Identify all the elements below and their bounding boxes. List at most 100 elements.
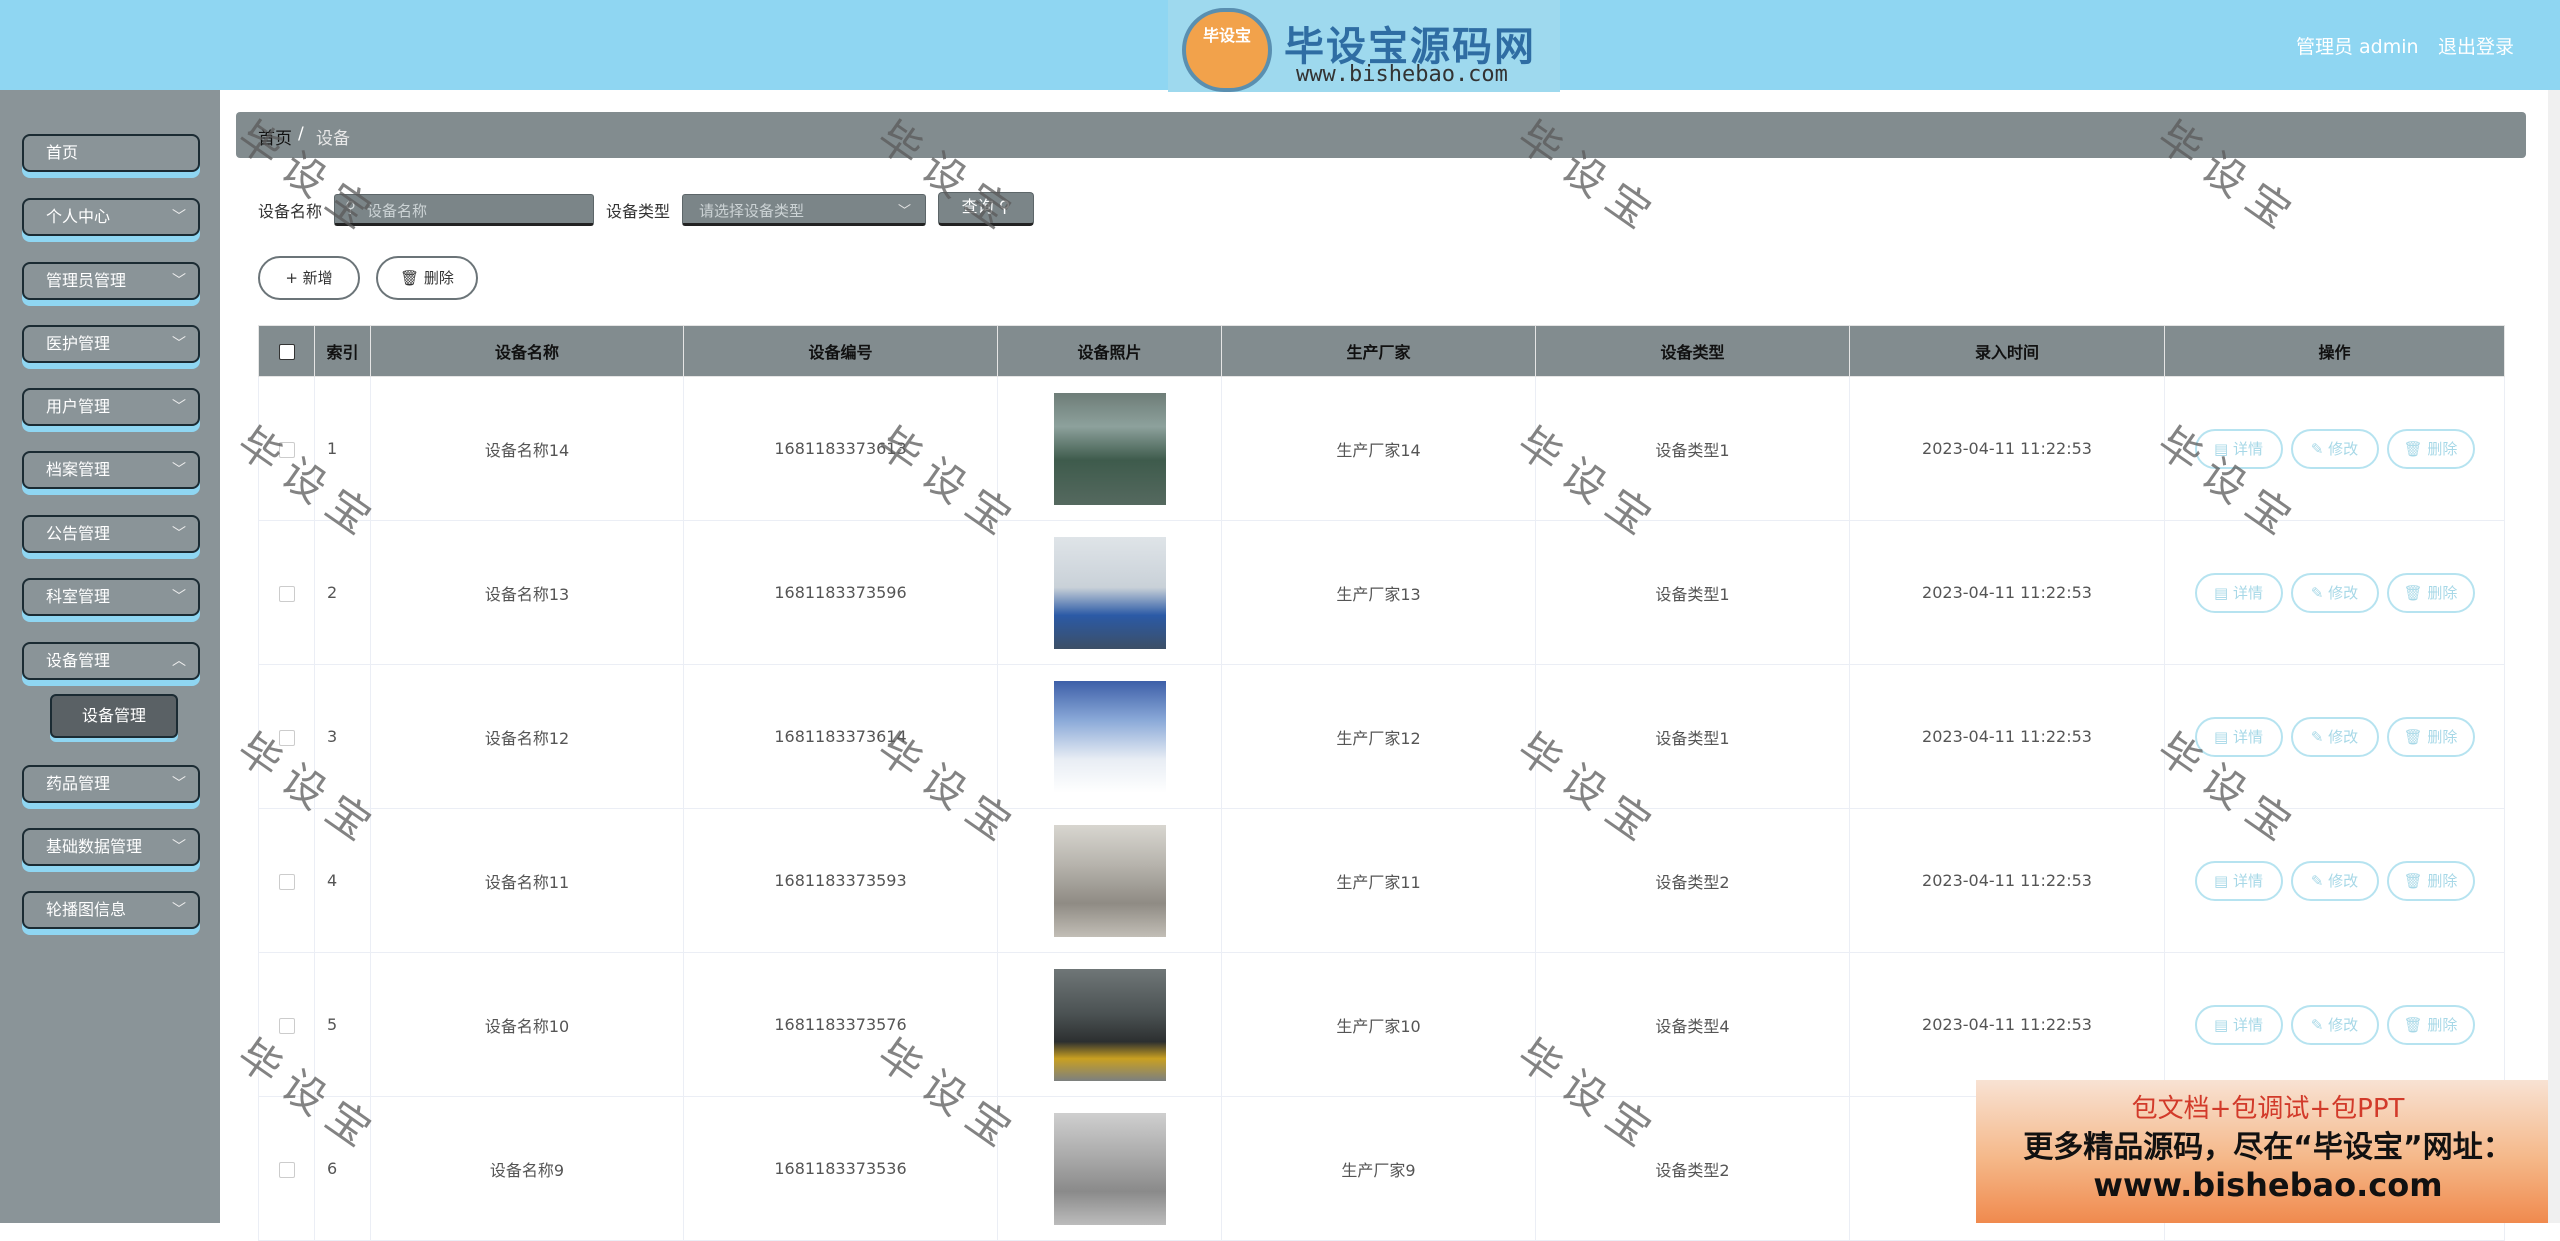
sidebar-item-departments[interactable]: 科室管理 ﹀ xyxy=(22,578,200,616)
code-cell: 1681183373593 xyxy=(683,808,998,953)
detail-label: 详情 xyxy=(2232,1015,2263,1034)
delete-button[interactable]: 🗑 删除 xyxy=(2386,716,2475,757)
maker-cell: 生产厂家13 xyxy=(1221,520,1536,665)
select-all-checkbox[interactable] xyxy=(278,344,295,360)
chevron-down-icon: ﹀ xyxy=(172,839,186,855)
edit-button[interactable]: ✎ 修改 xyxy=(2290,860,2379,901)
sidebar-item-medical-staff[interactable]: 医护管理 ﹀ xyxy=(22,325,200,363)
current-user-label: 管理员 admin xyxy=(2296,36,2419,58)
detail-icon: ▤ xyxy=(2214,439,2229,458)
column-header: 设备照片 xyxy=(997,325,1222,377)
code-cell: 1681183373613 xyxy=(683,376,998,521)
edit-icon: ✎ xyxy=(2310,439,2324,458)
detail-label: 详情 xyxy=(2232,439,2263,458)
chevron-down-icon: ﹀ xyxy=(172,589,186,605)
sidebar-item-drugs[interactable]: 药品管理 ﹀ xyxy=(22,765,200,803)
detail-icon: ▤ xyxy=(2214,871,2229,890)
chevron-down-icon: ﹀ xyxy=(172,776,186,792)
name-cell: 设备名称10 xyxy=(370,952,684,1097)
type-cell: 设备类型1 xyxy=(1535,376,1850,521)
breadcrumb-home[interactable]: 首页 xyxy=(258,124,292,149)
sidebar-subitem-device-management[interactable]: 设备管理 xyxy=(50,694,178,738)
sidebar-item-label: 首页 xyxy=(46,143,79,162)
sidebar-item-label: 医护管理 xyxy=(46,334,111,353)
add-button-label: + 新增 xyxy=(285,269,333,287)
edit-label: 修改 xyxy=(2328,871,2359,890)
table-row: 1 设备名称14 1681183373613 生产厂家14 设备类型1 2023… xyxy=(258,376,2505,521)
sidebar-item-records[interactable]: 档案管理 ﹀ xyxy=(22,451,200,489)
device-type-select[interactable]: 请选择设备类型 ﹀ xyxy=(682,194,926,226)
edit-button[interactable]: ✎ 修改 xyxy=(2290,1004,2379,1045)
column-header: 索引 xyxy=(314,325,371,377)
detail-button[interactable]: ▤ 详情 xyxy=(2194,860,2283,901)
device-photo[interactable] xyxy=(1053,1112,1166,1225)
add-button[interactable]: + 新增 xyxy=(258,256,360,300)
index-cell: 2 xyxy=(314,520,371,665)
delete-button[interactable]: 🗑 删除 xyxy=(2386,860,2475,901)
time-cell: 2023-04-11 11:22:53 xyxy=(1849,664,2165,809)
table-row: 3 设备名称12 1681183373614 生产厂家12 设备类型1 2023… xyxy=(258,664,2505,809)
maker-cell: 生产厂家12 xyxy=(1221,664,1536,809)
trash-icon: 🗑 xyxy=(2403,727,2423,746)
row-checkbox[interactable] xyxy=(278,1161,295,1178)
device-photo[interactable] xyxy=(1053,824,1166,937)
chevron-up-icon: ︿ xyxy=(172,653,186,669)
sidebar: 首页 个人中心 ﹀ 管理员管理 ﹀ 医护管理 ﹀ 用户管理 ﹀ 档案管理 ﹀ 公告管理 ﹀ … xyxy=(0,90,220,1223)
device-photo[interactable] xyxy=(1053,968,1166,1081)
column-header: 生产厂家 xyxy=(1221,325,1536,377)
sidebar-item-admins[interactable]: 管理员管理 ﹀ xyxy=(22,262,200,300)
row-checkbox[interactable] xyxy=(278,441,295,458)
delete-button[interactable]: 🗑 删除 xyxy=(2386,428,2475,469)
batch-delete-button[interactable]: 🗑 删除 xyxy=(376,256,478,300)
device-photo[interactable] xyxy=(1053,536,1166,649)
logout-link[interactable]: 退出登录 xyxy=(2438,32,2514,59)
time-cell: 2023-04-11 11:22:53 xyxy=(1849,520,2165,665)
photo-cell xyxy=(997,520,1222,665)
sidebar-item-profile[interactable]: 个人中心 ﹀ xyxy=(22,198,200,236)
detail-button[interactable]: ▤ 详情 xyxy=(2194,572,2283,613)
name-cell: 设备名称12 xyxy=(370,664,684,809)
trash-icon: 🗑 xyxy=(400,269,420,287)
edit-icon: ✎ xyxy=(2310,1015,2324,1034)
sidebar-item-carousel[interactable]: 轮播图信息 ﹀ xyxy=(22,891,200,929)
sidebar-item-home[interactable]: 首页 xyxy=(22,134,200,172)
row-checkbox-cell xyxy=(258,808,315,953)
code-cell: 1681183373596 xyxy=(683,520,998,665)
operations-cell: ▤ 详情 ✎ 修改 🗑 删除 xyxy=(2164,376,2505,521)
edit-button[interactable]: ✎ 修改 xyxy=(2290,572,2379,613)
promo-banner[interactable]: 包文档+包调试+包PPT 更多精品源码，尽在“毕设宝”网址： www.bishe… xyxy=(1976,1080,2560,1223)
breadcrumb-separator: / xyxy=(298,124,304,144)
detail-button[interactable]: ▤ 详情 xyxy=(2194,716,2283,757)
breadcrumb-current: 设备 xyxy=(316,129,350,149)
detail-button[interactable]: ▤ 详情 xyxy=(2194,428,2283,469)
promo-line-1: 包文档+包调试+包PPT xyxy=(2131,1094,2405,1124)
row-checkbox[interactable] xyxy=(278,585,295,602)
edit-button[interactable]: ✎ 修改 xyxy=(2290,716,2379,757)
row-checkbox[interactable] xyxy=(278,729,295,746)
delete-button[interactable]: 🗑 删除 xyxy=(2386,1004,2475,1045)
photo-cell xyxy=(997,1096,1222,1241)
device-type-label: 设备类型 xyxy=(606,202,671,221)
sidebar-item-users[interactable]: 用户管理 ﹀ xyxy=(22,388,200,426)
query-button[interactable]: 查询 ⚲ xyxy=(938,192,1034,226)
type-cell: 设备类型4 xyxy=(1535,952,1850,1097)
detail-button[interactable]: ▤ 详情 xyxy=(2194,1004,2283,1045)
vertical-scrollbar[interactable] xyxy=(2548,90,2560,1223)
delete-button[interactable]: 🗑 删除 xyxy=(2386,572,2475,613)
device-name-input[interactable]: ⚲ 设备名称 xyxy=(334,194,594,226)
sidebar-item-base-data[interactable]: 基础数据管理 ﹀ xyxy=(22,828,200,866)
device-photo[interactable] xyxy=(1053,392,1166,505)
device-photo[interactable] xyxy=(1053,680,1166,793)
row-checkbox[interactable] xyxy=(278,1017,295,1034)
sidebar-item-devices[interactable]: 设备管理 ︿ xyxy=(22,642,200,680)
edit-button[interactable]: ✎ 修改 xyxy=(2290,428,2379,469)
type-cell: 设备类型1 xyxy=(1535,664,1850,809)
photo-cell xyxy=(997,952,1222,1097)
column-header: 操作 xyxy=(2164,325,2505,377)
sidebar-item-announcements[interactable]: 公告管理 ﹀ xyxy=(22,515,200,553)
row-checkbox[interactable] xyxy=(278,873,295,890)
chevron-down-icon: ﹀ xyxy=(172,399,186,415)
operations-cell: ▤ 详情 ✎ 修改 🗑 删除 xyxy=(2164,808,2505,953)
name-cell: 设备名称11 xyxy=(370,808,684,953)
row-checkbox-cell xyxy=(258,1096,315,1241)
